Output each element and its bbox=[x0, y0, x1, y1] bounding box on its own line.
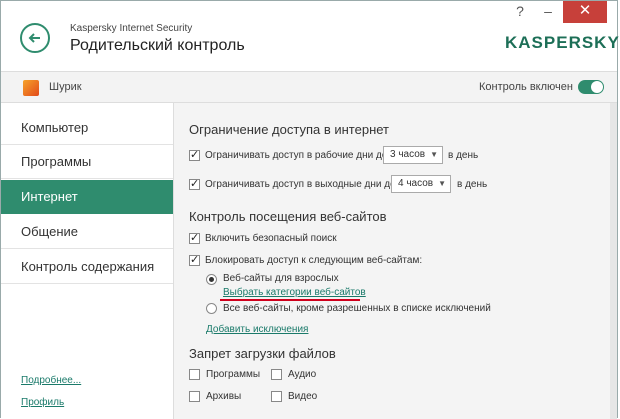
audio-label: Аудио bbox=[288, 369, 317, 380]
control-toggle[interactable] bbox=[578, 80, 604, 94]
avatar[interactable] bbox=[23, 80, 39, 96]
internet-access-title: Ограничение доступа в интернет bbox=[189, 122, 389, 137]
kaspersky-logo: KASPERSKYlab bbox=[505, 33, 620, 52]
sidebar-item-communication[interactable]: Общение bbox=[1, 215, 173, 249]
web-control-title: Контроль посещения веб-сайтов bbox=[189, 209, 387, 224]
weekend-suffix: в день bbox=[457, 179, 488, 190]
sidebar-item-computer[interactable]: Компьютер bbox=[1, 111, 173, 145]
all-sites-radio[interactable] bbox=[206, 303, 217, 314]
more-link[interactable]: Подробнее... bbox=[21, 375, 81, 386]
choose-categories-link[interactable]: Выбрать категории веб-сайтов bbox=[223, 287, 366, 298]
chevron-down-icon: ▼ bbox=[430, 150, 438, 159]
all-sites-label: Все веб-сайты, кроме разрешенных в списк… bbox=[223, 303, 491, 314]
audio-checkbox[interactable] bbox=[271, 369, 282, 380]
adult-sites-label: Веб-сайты для взрослых bbox=[223, 273, 339, 284]
block-access-checkbox[interactable] bbox=[189, 253, 200, 266]
video-checkbox[interactable] bbox=[271, 391, 282, 402]
workdays-limit-label: Ограничивать доступ в рабочие дни до bbox=[205, 150, 388, 161]
user-name: Шурик bbox=[49, 81, 82, 93]
highlight-underline bbox=[220, 299, 360, 301]
file-download-title: Запрет загрузки файлов bbox=[189, 346, 336, 361]
chevron-down-icon: ▼ bbox=[438, 179, 446, 188]
help-button[interactable]: ? bbox=[507, 1, 533, 23]
app-window: Kaspersky Internet Security Родительский… bbox=[0, 0, 620, 419]
workdays-limit-checkbox[interactable] bbox=[189, 148, 200, 161]
control-status-label: Контроль включен bbox=[479, 81, 573, 93]
title-bar: Kaspersky Internet Security Родительский… bbox=[1, 1, 620, 71]
safe-search-label: Включить безопасный поиск bbox=[205, 233, 337, 244]
minimize-button[interactable]: – bbox=[535, 1, 561, 23]
user-bar: Шурик Контроль включен bbox=[1, 71, 617, 103]
scrollbar[interactable] bbox=[610, 103, 617, 419]
archives-checkbox[interactable] bbox=[189, 391, 200, 402]
weekend-limit-label: Ограничивать доступ в выходные дни до bbox=[205, 179, 396, 190]
weekend-hours-select[interactable]: 4 часов ▼ bbox=[391, 175, 451, 193]
video-label: Видео bbox=[288, 391, 318, 402]
adult-sites-radio[interactable] bbox=[206, 274, 217, 285]
arrow-left-icon bbox=[28, 33, 40, 43]
sidebar-item-content-control[interactable]: Контроль содержания bbox=[1, 250, 173, 284]
weekend-limit-checkbox[interactable] bbox=[189, 177, 200, 190]
sidebar-item-internet[interactable]: Интернет bbox=[1, 180, 173, 214]
workdays-hours-select[interactable]: 3 часов ▼ bbox=[383, 146, 443, 164]
add-exceptions-link[interactable]: Добавить исключения bbox=[206, 324, 308, 335]
back-button[interactable] bbox=[20, 23, 50, 53]
sidebar-item-programs[interactable]: Программы bbox=[1, 145, 173, 179]
programs-label: Программы bbox=[206, 369, 261, 380]
close-button[interactable]: ✕ bbox=[563, 1, 607, 23]
sidebar: Компьютер Программы Интернет Общение Кон… bbox=[1, 103, 174, 419]
programs-checkbox[interactable] bbox=[189, 369, 200, 380]
archives-label: Архивы bbox=[206, 391, 242, 402]
block-access-label: Блокировать доступ к следующим веб-сайта… bbox=[205, 255, 423, 266]
profile-link[interactable]: Профиль bbox=[21, 397, 64, 408]
safe-search-checkbox[interactable] bbox=[189, 231, 200, 244]
page-title: Родительский контроль bbox=[70, 37, 245, 54]
workdays-suffix: в день bbox=[448, 150, 479, 161]
app-name: Kaspersky Internet Security bbox=[70, 23, 193, 34]
